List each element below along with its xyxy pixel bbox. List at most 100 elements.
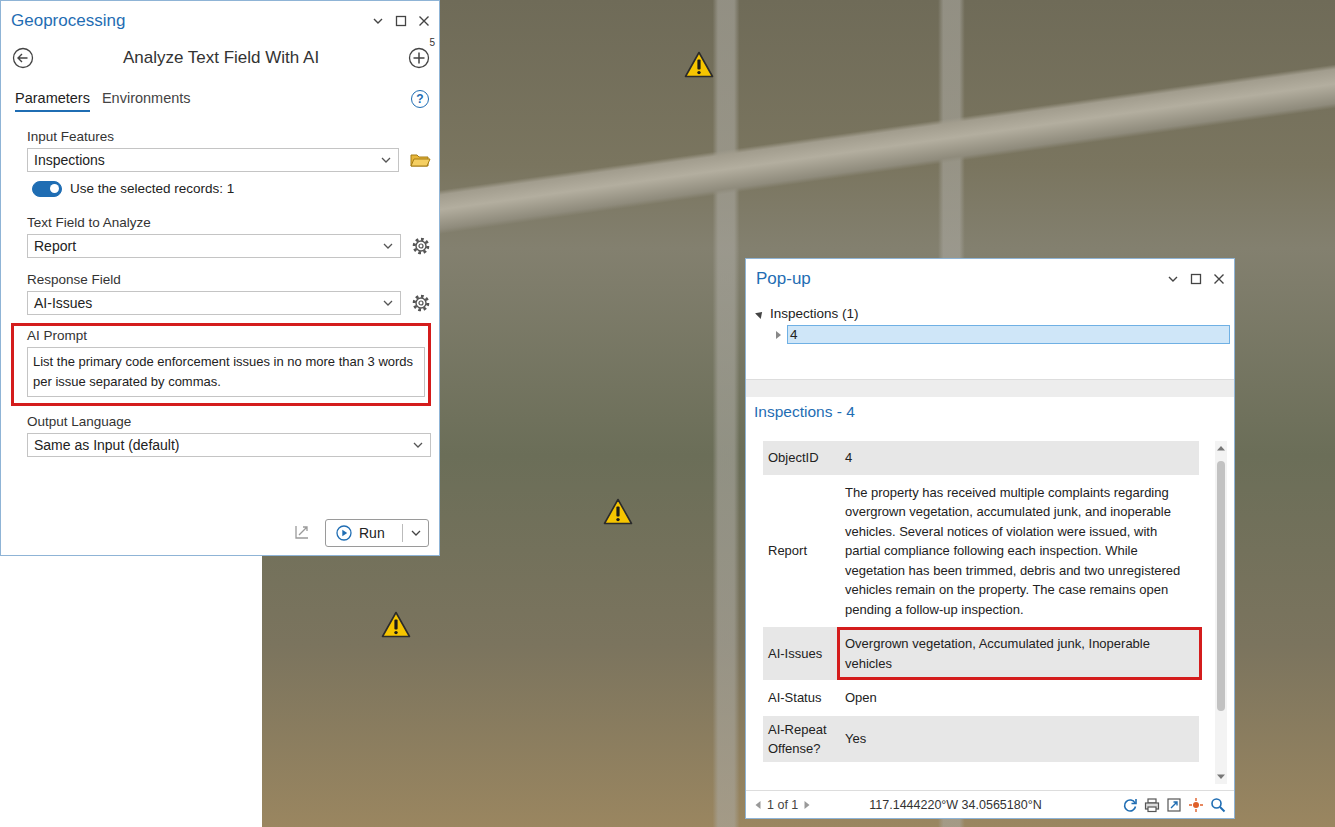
field-dropdown[interactable]: Report	[27, 234, 401, 258]
magnifier-icon[interactable]	[1210, 797, 1226, 813]
pane-title: Pop-up	[756, 269, 811, 289]
tab-bar: Parameters Environments?	[15, 85, 429, 113]
input-features-dropdown[interactable]: Inspections	[27, 148, 399, 172]
attribute-value: 4	[837, 441, 1202, 475]
feature-detail: Inspections - 4 ObjectID4ReportThe proper…	[746, 397, 1234, 790]
attribute-row: AI-Repeat Offense?Yes	[763, 715, 1199, 762]
ai-prompt-textarea[interactable]: List the primary code enforcement issues…	[27, 347, 425, 397]
chevron-down-icon[interactable]	[1167, 273, 1179, 285]
attribute-table-wrap: ObjectID4ReportThe property has received…	[746, 427, 1234, 790]
param-label: AI Prompt	[27, 328, 425, 344]
back-arrow-icon[interactable]	[12, 47, 34, 69]
window-buttons	[1167, 273, 1225, 285]
tree-layer-row[interactable]: Inspections (1)	[756, 303, 1230, 324]
use-selected-toggle[interactable]	[32, 181, 62, 197]
folder-icon[interactable]	[409, 150, 431, 170]
scroll-thumb[interactable]	[1217, 461, 1225, 711]
attribute-table: ObjectID4ReportThe property has received…	[763, 441, 1199, 763]
attribute-row: ReportThe property has received multiple…	[763, 475, 1199, 627]
ai-prompt-param: AI Prompt List the primary code enforceme…	[11, 323, 431, 406]
attribute-name: Report	[763, 475, 840, 627]
gear-icon[interactable]	[411, 236, 431, 256]
attribute-value-cell: Overgrown vegetation, Accumulated junk, …	[840, 627, 1199, 681]
scroll-down-icon[interactable]	[1216, 773, 1226, 781]
warning-marker-icon[interactable]	[381, 611, 411, 638]
output-language-dropdown[interactable]: Same as Input (default)	[27, 433, 431, 457]
warning-triangle-icon	[684, 51, 714, 78]
maximize-icon[interactable]	[1190, 273, 1202, 285]
chevron-down-icon	[382, 297, 394, 309]
pager: 1 of 1	[754, 798, 811, 812]
popup-footer: 1 of 1 117.1444220°W 34.0565180°N	[746, 790, 1234, 818]
print-icon[interactable]	[1144, 797, 1160, 813]
scrollbar[interactable]	[1215, 441, 1227, 784]
run-label: Run	[359, 525, 385, 541]
scroll-up-icon[interactable]	[1216, 444, 1226, 452]
input-features-param: Input Features Inspections Use the selecte…	[11, 129, 431, 197]
attribute-row: AI-StatusOpen	[763, 681, 1199, 716]
output-language-param: Output Language Same as Input (default)	[11, 414, 431, 457]
tree-layer-label: Inspections (1)	[770, 306, 859, 321]
pane-splitter[interactable]	[746, 379, 1234, 397]
chevron-down-icon	[412, 439, 424, 451]
warning-marker-icon[interactable]	[684, 51, 714, 78]
attribute-name: AI-Repeat Offense?	[763, 715, 840, 762]
feature-heading: Inspections - 4	[746, 397, 1234, 427]
flash-icon[interactable]	[1188, 797, 1204, 813]
popup-titlebar: Pop-up	[746, 259, 1234, 299]
open-history-icon[interactable]	[293, 523, 313, 543]
tab[interactable]: Parameters	[15, 86, 90, 112]
chevron-down-icon[interactable]	[410, 527, 422, 539]
add-button[interactable]: 5	[408, 47, 430, 69]
toggle-knob	[50, 184, 59, 193]
close-icon[interactable]	[418, 15, 430, 27]
refresh-icon[interactable]	[1122, 797, 1138, 813]
toggle-label: Use the selected records: 1	[70, 181, 234, 196]
attribute-value: The property has received multiple compl…	[837, 476, 1202, 627]
add-plus-icon	[408, 47, 430, 69]
run-button[interactable]: Run	[325, 519, 429, 547]
attribute-name: AI-Issues	[763, 627, 840, 681]
expand-triangle-icon[interactable]	[755, 309, 765, 319]
field-param: Response FieldAI-Issues	[11, 272, 431, 315]
geoprocessing-pane: GeoprocessingAnalyze Text Field With AI5…	[0, 0, 440, 556]
attribute-value: Open	[837, 681, 1202, 715]
gear-icon[interactable]	[411, 293, 431, 313]
close-icon[interactable]	[1213, 273, 1225, 285]
attribute-row: ObjectID4	[763, 441, 1199, 475]
field-param: Text Field to AnalyzeReport	[11, 215, 431, 258]
next-icon[interactable]	[803, 800, 811, 810]
coordinates: 117.1444220°W 34.0565180°N	[869, 798, 1041, 812]
use-selected-toggle-row: Use the selected records: 1	[27, 180, 431, 197]
footer-tools	[1122, 797, 1226, 813]
tab[interactable]: Environments	[102, 86, 191, 112]
warning-triangle-icon	[381, 611, 411, 638]
expand-triangle-icon[interactable]	[776, 331, 781, 339]
warning-triangle-icon	[603, 498, 633, 525]
attribute-value-cell: Yes	[840, 715, 1199, 762]
add-badge: 5	[429, 38, 435, 48]
chevron-down-icon[interactable]	[372, 15, 384, 27]
dropdown-value: Inspections	[34, 152, 105, 168]
screen: GeoprocessingAnalyze Text Field With AI5…	[0, 0, 1335, 827]
param-label: Output Language	[27, 414, 431, 430]
warning-marker-icon[interactable]	[603, 498, 633, 525]
attribute-value-cell: 4	[840, 441, 1199, 475]
tool-title: Analyze Text Field With AI	[34, 48, 408, 68]
window-buttons	[372, 15, 430, 27]
field-dropdown[interactable]: AI-Issues	[27, 291, 401, 315]
chevron-down-icon	[380, 154, 392, 166]
zoom-to-icon[interactable]	[1166, 797, 1182, 813]
param-row: AI-Issues	[27, 291, 431, 315]
feature-tree: Inspections (1) 4	[746, 299, 1234, 379]
attribute-value: Yes	[837, 722, 1202, 756]
pager-text: 1 of 1	[767, 798, 798, 812]
previous-icon[interactable]	[754, 800, 762, 810]
pane-title: Geoprocessing	[11, 11, 125, 31]
param-label: Input Features	[27, 129, 431, 145]
help-button[interactable]: ?	[411, 90, 429, 108]
tree-feature-row[interactable]: 4	[756, 324, 1230, 345]
maximize-icon[interactable]	[395, 15, 407, 27]
attribute-row: AI-IssuesOvergrown vegetation, Accumulat…	[763, 627, 1199, 681]
play-icon	[336, 525, 352, 541]
